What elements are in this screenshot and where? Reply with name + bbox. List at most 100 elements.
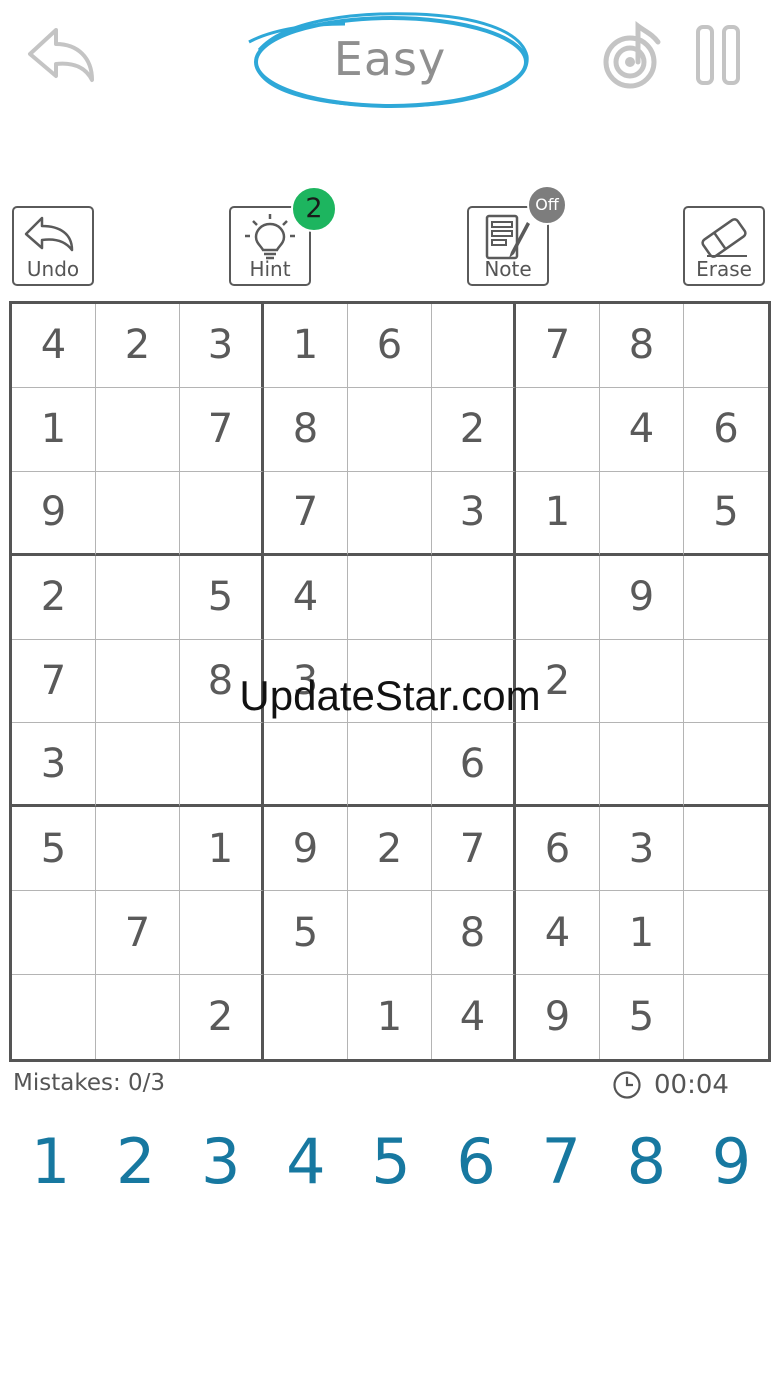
board-cell[interactable] [348,639,432,724]
board-cell[interactable] [516,723,600,808]
board-cell[interactable]: 1 [12,387,96,472]
board-cell[interactable]: 8 [264,387,348,472]
board-cell[interactable]: 6 [432,723,516,808]
board-cell[interactable] [684,640,768,724]
board-cell[interactable]: 2 [516,639,600,724]
board-cell[interactable] [12,975,96,1059]
board-cell[interactable] [264,723,348,808]
board-cell[interactable] [348,723,432,808]
number-key-5[interactable]: 5 [348,1122,433,1202]
board-cell[interactable]: 7 [12,639,96,724]
difficulty-selector[interactable]: Easy [245,6,535,114]
board-cell[interactable] [180,471,264,556]
number-key-4[interactable]: 4 [263,1122,348,1202]
pause-button[interactable] [694,24,744,86]
board-cell[interactable] [12,891,96,976]
board-cell[interactable] [432,639,516,724]
board-cell[interactable]: 7 [516,304,600,388]
board-cell[interactable]: 5 [264,891,348,976]
board-cell[interactable]: 5 [684,472,768,556]
board-cell[interactable] [684,891,768,976]
board-cell[interactable]: 2 [96,304,180,388]
board-cell[interactable]: 5 [12,807,96,892]
board-cell[interactable]: 6 [348,304,432,388]
board-cell[interactable] [600,723,684,808]
board-cell[interactable]: 3 [432,471,516,556]
board-cell[interactable]: 8 [180,639,264,724]
board-cell[interactable]: 4 [264,555,348,640]
board-cell[interactable]: 1 [516,471,600,556]
board-cell[interactable] [348,387,432,472]
board-cell[interactable]: 3 [600,807,684,892]
undo-button[interactable]: Undo [12,206,94,286]
board-cell[interactable]: 1 [180,807,264,892]
board-cell[interactable] [432,304,516,388]
number-key-7[interactable]: 7 [519,1122,604,1202]
board-cell[interactable]: 5 [600,975,684,1059]
erase-button[interactable]: Erase [683,206,765,286]
board-cell[interactable] [516,555,600,640]
board-cell[interactable] [600,471,684,556]
board-cell[interactable]: 3 [180,304,264,388]
board-cell[interactable]: 9 [264,807,348,892]
number-key-6[interactable]: 6 [434,1122,519,1202]
board-cell[interactable]: 7 [180,387,264,472]
board-cell[interactable] [96,975,180,1059]
board-cell[interactable] [96,807,180,892]
board-cell[interactable] [516,387,600,472]
board-cell[interactable] [180,891,264,976]
board-cell[interactable] [96,387,180,472]
board-cell[interactable]: 7 [264,471,348,556]
board-cell[interactable]: 9 [12,471,96,556]
number-key-2[interactable]: 2 [93,1122,178,1202]
board-cell[interactable] [96,555,180,640]
board-cell[interactable] [348,471,432,556]
back-button[interactable] [24,22,100,88]
board-cell[interactable] [432,555,516,640]
board-cell[interactable] [684,304,768,388]
board-cell[interactable] [96,639,180,724]
board-cell[interactable] [348,891,432,976]
board-cell[interactable] [684,556,768,640]
board-cell[interactable]: 4 [12,304,96,388]
board-cell[interactable] [684,723,768,808]
board-cell[interactable] [684,807,768,892]
board-cell[interactable]: 6 [516,807,600,892]
board-cell[interactable]: 8 [432,891,516,976]
difficulty-label: Easy [333,32,447,86]
number-key-8[interactable]: 8 [604,1122,689,1202]
board-cell[interactable]: 2 [348,807,432,892]
board-cell[interactable]: 1 [600,891,684,976]
board-cell[interactable]: 3 [264,639,348,724]
board-cell[interactable]: 4 [432,975,516,1059]
board-cell[interactable] [96,723,180,808]
clock-icon [613,1071,641,1099]
music-button[interactable] [600,18,670,92]
board-cell[interactable]: 7 [432,807,516,892]
board-cell[interactable]: 9 [516,975,600,1059]
board-cell[interactable]: 9 [600,555,684,640]
number-key-1[interactable]: 1 [8,1122,93,1202]
board-cell[interactable] [348,555,432,640]
board-cell[interactable]: 6 [684,388,768,472]
board-cell[interactable]: 1 [264,304,348,388]
number-key-9[interactable]: 9 [689,1122,774,1202]
board-cell[interactable] [600,639,684,724]
board-cell[interactable]: 2 [432,387,516,472]
number-key-3[interactable]: 3 [178,1122,263,1202]
board-cell[interactable] [180,723,264,808]
board-cell[interactable]: 8 [600,304,684,388]
eraser-icon [701,218,747,258]
board-cell[interactable]: 4 [516,891,600,976]
hint-count-badge: 2 [291,186,337,232]
board-cell[interactable]: 7 [96,891,180,976]
board-cell[interactable]: 3 [12,723,96,808]
board-cell[interactable]: 5 [180,555,264,640]
board-cell[interactable]: 2 [180,975,264,1059]
board-cell[interactable] [684,975,768,1059]
board-cell[interactable] [96,471,180,556]
board-cell[interactable]: 4 [600,387,684,472]
board-cell[interactable] [264,975,348,1059]
board-cell[interactable]: 1 [348,975,432,1059]
board-cell[interactable]: 2 [12,555,96,640]
